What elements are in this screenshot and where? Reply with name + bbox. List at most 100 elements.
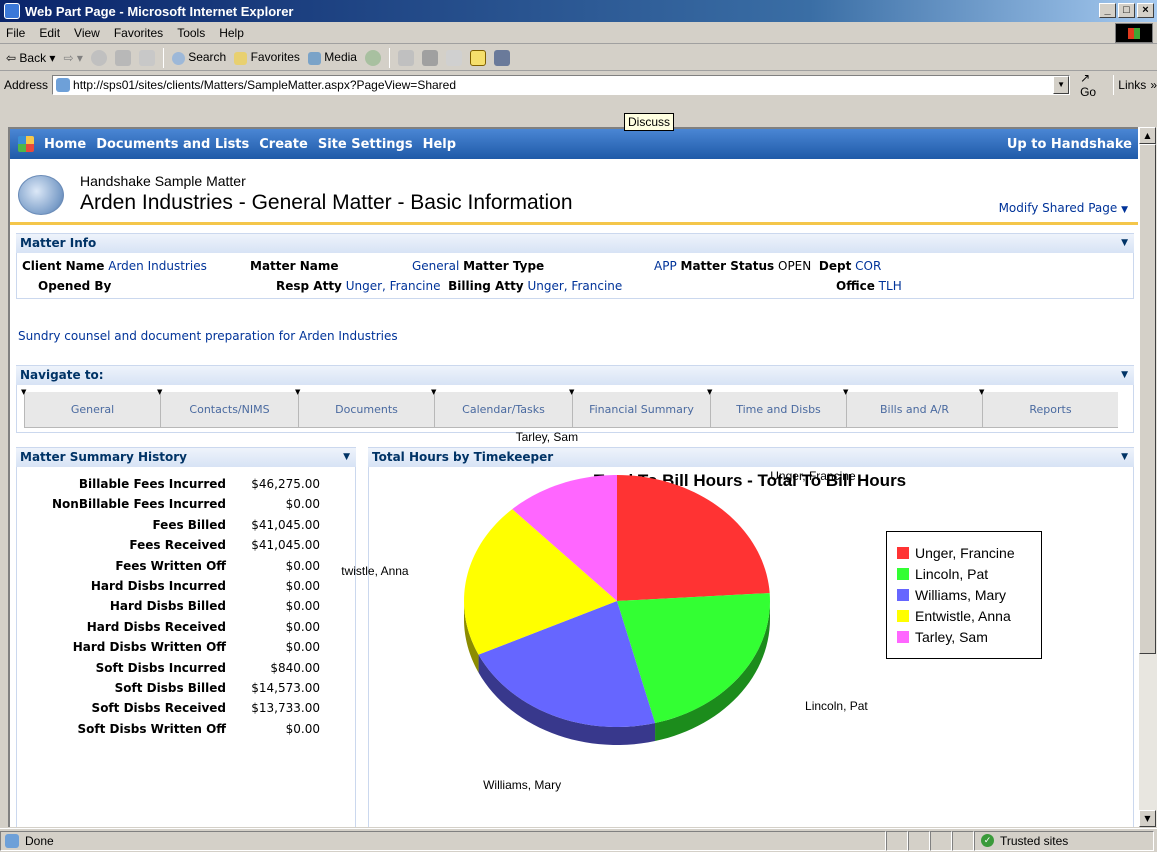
maximize-button[interactable]: □ (1118, 3, 1135, 18)
status-zone: ✓ Trusted sites (974, 830, 1154, 851)
minimize-button[interactable]: _ (1099, 3, 1116, 18)
summary-label: Billable Fees Incurred (78, 477, 226, 491)
client-name-link[interactable]: Arden Industries (108, 259, 207, 273)
chevron-down-icon: ▼ (1121, 205, 1128, 215)
matter-description: Sundry counsel and document preparation … (18, 329, 398, 343)
vertical-scrollbar[interactable]: ▲ ▼ (1138, 127, 1157, 827)
scroll-thumb[interactable] (1139, 144, 1156, 654)
discuss-icon[interactable] (469, 49, 486, 66)
address-dropdown-icon[interactable]: ▼ (1053, 76, 1070, 94)
dept-label: Dept (818, 259, 852, 273)
tab-general[interactable]: General (21, 386, 160, 428)
nav-site-settings[interactable]: Site Settings (318, 137, 413, 152)
window-title: Web Part Page - Microsoft Internet Explo… (25, 3, 294, 19)
tab-financial-summary[interactable]: Financial Summary (569, 386, 710, 428)
up-to-handshake-link[interactable]: Up to Handshake (1007, 137, 1132, 152)
toolbar-separator (162, 47, 164, 68)
tab-bills-and-ar[interactable]: Bills and A/R (843, 386, 982, 428)
scroll-down-icon[interactable]: ▼ (1139, 810, 1156, 827)
edit-icon[interactable] (445, 49, 462, 66)
media-button[interactable]: Media (307, 50, 357, 65)
office-link[interactable]: TLH (879, 279, 902, 293)
legend-swatch (897, 630, 909, 643)
summary-row: Fees Written Off $0.00 (22, 559, 320, 579)
webpart-menu-icon[interactable]: ▼ (343, 448, 350, 467)
menu-view[interactable]: View (74, 26, 100, 40)
go-button[interactable]: ↗ Go (1080, 71, 1109, 99)
summary-row: NonBillable Fees Incurred $0.00 (22, 497, 320, 517)
summary-label: NonBillable Fees Incurred (52, 497, 226, 512)
resp-atty-link[interactable]: Unger, Francine (346, 279, 441, 293)
legend-swatch (897, 567, 909, 580)
billing-atty-link[interactable]: Unger, Francine (527, 279, 622, 293)
windows-logo-icon (1115, 23, 1153, 43)
tab-contacts-nims[interactable]: Contacts/NIMS (157, 386, 298, 428)
tab-documents[interactable]: Documents (295, 386, 434, 428)
toolbar: ⇦ Back ▾ ⇨ ▾ Search Favorites Media (0, 45, 1157, 71)
summary-value: $840.00 (270, 660, 320, 675)
tab-reports[interactable]: Reports (979, 386, 1118, 428)
legend-swatch (897, 588, 909, 601)
webpart-menu-icon[interactable]: ▼ (1121, 366, 1128, 385)
summary-value: $0.00 (285, 721, 320, 736)
legend-label: Tarley, Sam (915, 628, 988, 645)
summary-row: Fees Billed $41,045.00 (22, 518, 320, 538)
summary-value: $0.00 (285, 599, 320, 614)
address-label: Address (4, 78, 49, 92)
navigate-header: Navigate to: ▼ (16, 365, 1134, 385)
status-bar: Done ✓ Trusted sites (0, 828, 1157, 852)
matter-type-label: Matter Type (463, 259, 545, 273)
menu-tools[interactable]: Tools (177, 26, 205, 40)
print-icon[interactable] (421, 49, 438, 66)
close-button[interactable]: × (1137, 3, 1154, 18)
nav-documents-and-lists[interactable]: Documents and Lists (96, 137, 249, 152)
summary-value: $41,045.00 (251, 517, 320, 532)
tab-calendar-tasks[interactable]: Calendar/Tasks (431, 386, 572, 428)
status-cell (886, 830, 908, 851)
handshake-logo-icon (18, 175, 64, 215)
summary-label: Hard Disbs Billed (109, 599, 226, 614)
summary-header: Matter Summary History ▼ (16, 447, 356, 467)
modify-shared-page-link[interactable]: Modify Shared Page ▼ (999, 201, 1128, 215)
nav-home[interactable]: Home (44, 137, 86, 152)
office-cell: Office TLH (836, 279, 902, 293)
links-button[interactable]: Links (1118, 78, 1146, 92)
go-label: Go (1080, 85, 1097, 99)
summary-row: Soft Disbs Written Off $0.00 (22, 722, 320, 742)
address-input[interactable]: http://sps01/sites/clients/Matters/Sampl… (52, 75, 1071, 95)
menu-edit[interactable]: Edit (39, 26, 60, 40)
dept-link[interactable]: COR (855, 259, 881, 273)
summary-label: Hard Disbs Received (86, 619, 226, 634)
menu-help[interactable]: Help (219, 26, 244, 40)
page-header: Handshake Sample Matter Arden Industries… (10, 159, 1138, 225)
summary-label: Hard Disbs Incurred (90, 578, 226, 593)
favorites-button[interactable]: Favorites (234, 50, 300, 65)
home-icon[interactable] (138, 49, 155, 66)
search-button[interactable]: Search (171, 50, 226, 65)
tab-time-and-disbs[interactable]: Time and Disbs (707, 386, 846, 428)
menu-file[interactable]: File (6, 26, 25, 40)
matter-type-link[interactable]: APP (654, 259, 677, 273)
history-icon[interactable] (364, 49, 381, 66)
matter-name-link[interactable]: General (412, 259, 459, 273)
stop-icon[interactable] (90, 49, 107, 66)
refresh-icon[interactable] (114, 49, 131, 66)
chevron-right-icon[interactable]: » (1150, 78, 1157, 92)
scroll-up-icon[interactable]: ▲ (1139, 127, 1156, 144)
ie-icon (4, 3, 20, 19)
menu-favorites[interactable]: Favorites (114, 26, 163, 40)
window-titlebar[interactable]: Web Part Page - Microsoft Internet Explo… (0, 0, 1157, 22)
mail-icon[interactable] (397, 49, 414, 66)
webpart-menu-icon[interactable]: ▼ (1121, 448, 1128, 467)
legend-item: Lincoln, Pat (897, 563, 1041, 584)
legend-label: Lincoln, Pat (915, 565, 989, 582)
page-done-icon (5, 833, 19, 848)
webpart-menu-icon[interactable]: ▼ (1121, 234, 1128, 253)
zone-text: Trusted sites (1000, 833, 1069, 848)
summary-row: Hard Disbs Billed $0.00 (22, 599, 320, 619)
forward-button[interactable]: ⇨ ▾ (63, 51, 82, 65)
back-button[interactable]: ⇦ Back ▾ (6, 51, 55, 65)
nav-help[interactable]: Help (423, 137, 456, 152)
messenger-icon[interactable] (493, 49, 510, 66)
nav-create[interactable]: Create (259, 137, 308, 152)
